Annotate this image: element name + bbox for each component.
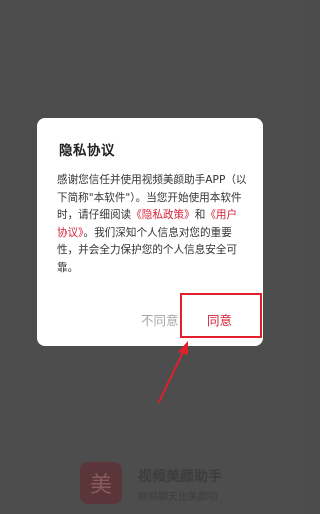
dialog-title: 隐私协议 bbox=[59, 143, 115, 159]
decline-button[interactable]: 不同意 bbox=[141, 310, 179, 329]
body-outro-text: 。我们深知个人信息对您的重要性，并会全力保护您的个人信息安全可靠。 bbox=[57, 226, 238, 274]
splash-brand: 美 视频美颜助手 视频聊天也美颜啦 bbox=[80, 458, 300, 508]
app-icon-glyph: 美 bbox=[89, 473, 112, 498]
privacy-dialog: 隐私协议 感谢您信任并使用视频美颜助手APP（以下简称"本软件"）。当您开始使用… bbox=[37, 118, 263, 346]
app-name: 视频美颜助手 bbox=[138, 469, 222, 485]
privacy-policy-link[interactable]: 《隐私政策》 bbox=[131, 209, 195, 221]
app-icon: 美 bbox=[80, 462, 122, 504]
agree-button[interactable]: 同意 bbox=[207, 310, 232, 329]
app-slogan: 视频聊天也美颜啦 bbox=[138, 492, 218, 503]
and-text: 和 bbox=[194, 209, 206, 221]
dialog-body: 感谢您信任并使用视频美颜助手APP（以下简称"本软件"）。当您开始使用本软件时，… bbox=[57, 172, 247, 277]
